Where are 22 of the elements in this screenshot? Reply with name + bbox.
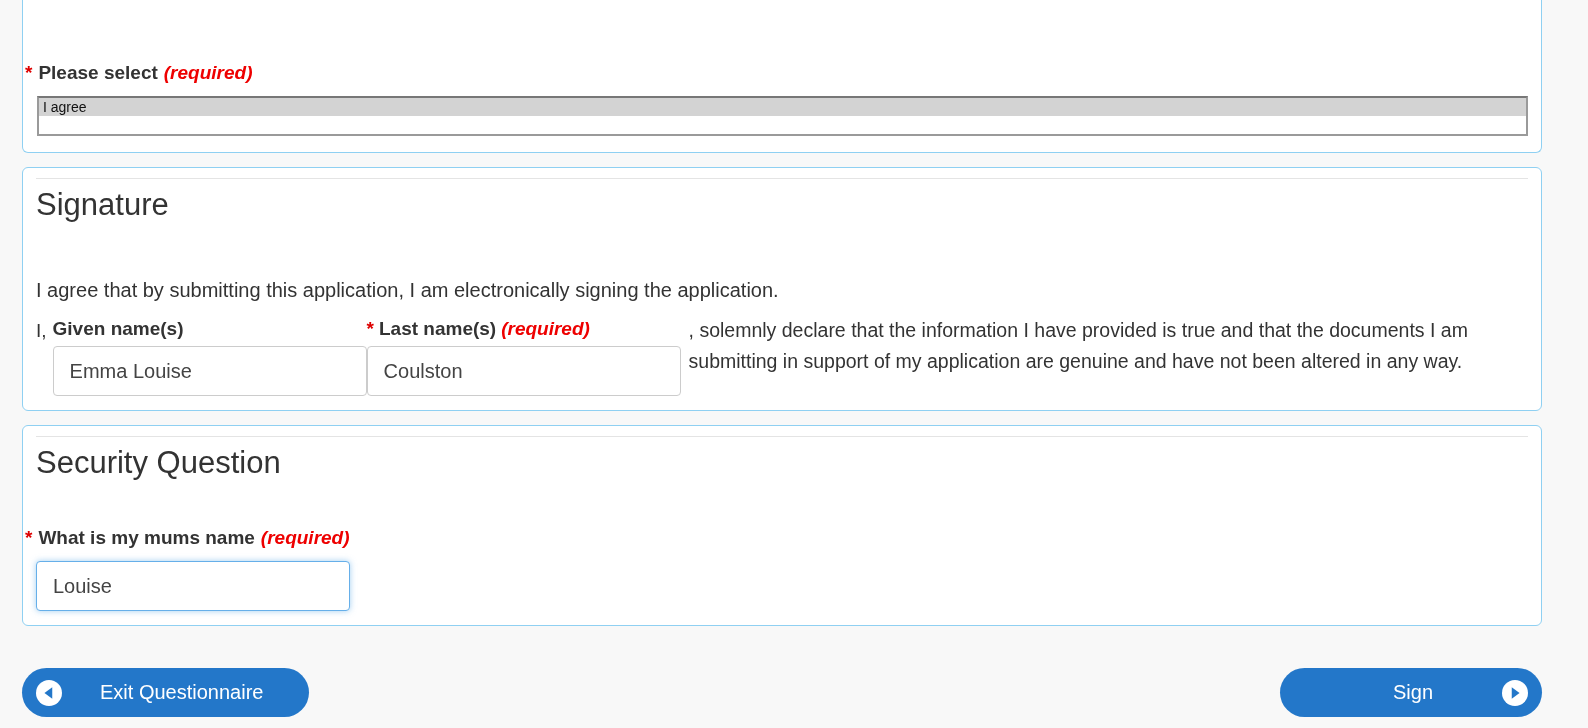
field-label: Last name(s) (378, 318, 497, 340)
required-note: (required) (163, 62, 253, 84)
name-input[interactable]: Emma Louise (52, 346, 367, 396)
field-label: Please select (38, 62, 158, 84)
required-asterisk: * (366, 318, 374, 340)
statement-text: I agree that by submitting this application, I am electronically signing the application. (36, 279, 780, 302)
exit-button[interactable]: Exit Questionnaire (22, 668, 310, 717)
answer-input[interactable]: Louise (36, 561, 350, 611)
required-note: (required) (260, 527, 350, 549)
required-asterisk: * (25, 62, 33, 84)
list-box[interactable]: I agree (37, 96, 1528, 136)
declaration-text: , solemnly declare that the information I have provided is true and that the documents I am submitting in support of my application are genuine and have not been altered in any way. (688, 318, 1469, 374)
required-asterisk: * (25, 527, 33, 549)
required-note: (required) (501, 318, 590, 340)
field-label: What is my mums name (38, 527, 255, 549)
section-title: Signature (36, 187, 170, 223)
section-title: Security Question (36, 445, 282, 481)
field-label: Given name(s) (52, 318, 184, 340)
sign-button[interactable]: Sign (1280, 668, 1542, 717)
name-input[interactable]: Coulston (366, 346, 681, 396)
list-option[interactable]: I agree (39, 98, 1526, 116)
declaration-prefix: I, (36, 319, 47, 342)
